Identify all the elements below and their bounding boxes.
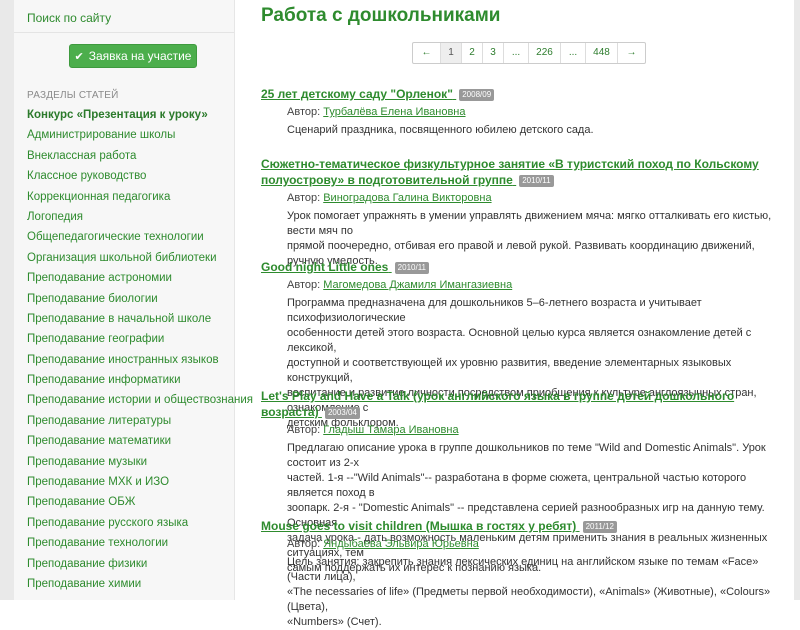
categories-list: Конкурс «Презентация к уроку» Администри… [27, 107, 253, 596]
article-description-line: Урок помогает упражнять в умении управля… [287, 210, 772, 237]
article-description-line: Сценарий праздника, посвященного юбилею … [287, 124, 594, 136]
pagination-next[interactable]: → [617, 43, 645, 63]
category-life-safety[interactable]: Преподавание ОБЖ [27, 494, 253, 514]
article-title[interactable]: Mouse goes to visit children (Мышка в го… [261, 519, 576, 533]
category-general-technologies[interactable]: Общепедагогические технологии [27, 229, 253, 249]
article-title[interactable]: 25 лет детскому саду "Орленок" [261, 87, 453, 101]
pagination-page-2[interactable]: 2 [461, 43, 482, 63]
article-item: 25 лет детскому саду "Орленок" 2008/09 А… [261, 86, 781, 138]
article-description-line: доступной и соответствующей их уровню ра… [287, 357, 732, 384]
article-author: Автор: Гладыш Тамара Ивановна [287, 423, 781, 438]
category-astronomy[interactable]: Преподавание астрономии [27, 270, 253, 290]
article-title[interactable]: Сюжетно-тематическое физкультурное занят… [261, 157, 759, 187]
sidebar: Поиск по сайту ✔ Заявка на участие РАЗДЕ… [14, 0, 253, 600]
pagination: ← 1 2 3 ... 226 ... 448 → [412, 42, 646, 64]
sidebar-divider [14, 32, 234, 33]
category-history-social[interactable]: Преподавание истории и обществознания [27, 392, 253, 412]
article-date-badge: 2010/11 [394, 262, 429, 274]
article-title[interactable]: Good night Little ones [261, 260, 388, 274]
check-icon: ✔ [74, 50, 84, 63]
author-label: Автор: [287, 424, 321, 436]
categories-section-title: РАЗДЕЛЫ СТАТЕЙ [27, 90, 119, 101]
article-title-link[interactable]: Mouse goes to visit children (Мышка в го… [261, 518, 781, 534]
category-art[interactable]: Преподавание МХК и ИЗО [27, 474, 253, 494]
window-right-edge [794, 0, 800, 600]
category-chemistry[interactable]: Преподавание химии [27, 576, 253, 596]
pagination-page-1: 1 [440, 43, 461, 63]
author-label: Автор: [287, 192, 321, 204]
category-foreign-languages[interactable]: Преподавание иностранных языков [27, 352, 253, 372]
author-link[interactable]: Турбалёва Елена Ивановна [323, 106, 465, 118]
article-description: Цель занятия: закрепить знания лексическ… [287, 555, 779, 630]
pagination-page-448[interactable]: 448 [585, 43, 617, 63]
article-description-line: Цель занятия: закрепить знания лексическ… [287, 556, 759, 583]
article-title-link[interactable]: 25 лет детскому саду "Орленок" 2008/09 [261, 86, 781, 102]
apply-button[interactable]: ✔ Заявка на участие [69, 44, 197, 68]
article-item: Mouse goes to visit children (Мышка в го… [261, 518, 781, 630]
pagination-ellipsis: ... [560, 43, 585, 63]
pagination-prev[interactable]: ← [413, 43, 440, 63]
category-extracurricular[interactable]: Внеклассная работа [27, 148, 253, 168]
category-technology[interactable]: Преподавание технологии [27, 535, 253, 555]
article-description-line: частей. 1-я --"Wild Animals"-- разработа… [287, 472, 747, 499]
pagination-page-3[interactable]: 3 [482, 43, 503, 63]
category-school-library[interactable]: Организация школьной библиотеки [27, 250, 253, 270]
article-author: Автор: Магомедова Джамиля Имангазиевна [287, 278, 781, 293]
article-title-link[interactable]: Let's Play and Have a Talk (урок английс… [261, 388, 781, 420]
article-description-line: Программа предназначена для дошкольников… [287, 297, 702, 324]
category-literature[interactable]: Преподавание литературы [27, 413, 253, 433]
page-title: Работа с дошкольниками [261, 5, 501, 26]
article-description-line: «The necessaries of life» (Предметы перв… [287, 586, 771, 613]
category-speech-therapy[interactable]: Логопедия [27, 209, 253, 229]
category-primary-school[interactable]: Преподавание в начальной школе [27, 311, 253, 331]
category-correctional-pedagogy[interactable]: Коррекционная педагогика [27, 189, 253, 209]
author-link[interactable]: Яндыбаева Эльвира Юрьевна [323, 538, 479, 550]
article-date-badge: 2008/09 [459, 89, 495, 101]
category-informatics[interactable]: Преподавание информатики [27, 372, 253, 392]
author-label: Автор: [287, 538, 321, 550]
category-geography[interactable]: Преподавание географии [27, 331, 253, 351]
category-presentation-contest[interactable]: Конкурс «Презентация к уроку» [27, 107, 253, 127]
author-link[interactable]: Виноградова Галина Викторовна [323, 192, 491, 204]
article-description-line: особенности детей этого возраста. Основн… [287, 327, 752, 354]
site-search-link[interactable]: Поиск по сайту [27, 11, 111, 25]
article-author: Автор: Виноградова Галина Викторовна [287, 191, 781, 206]
article-date-badge: 2011/12 [582, 521, 617, 533]
author-link[interactable]: Гладыш Тамара Ивановна [323, 424, 458, 436]
author-link[interactable]: Магомедова Джамиля Имангазиевна [323, 279, 512, 291]
article-title-link[interactable]: Good night Little ones 2010/11 [261, 259, 781, 275]
article-date-badge: 2010/11 [519, 175, 554, 187]
article-author: Автор: Турбалёва Елена Ивановна [287, 105, 781, 120]
category-mathematics[interactable]: Преподавание математики [27, 433, 253, 453]
category-music[interactable]: Преподавание музыки [27, 454, 253, 474]
article-description-line: «Numbers» (Счет). [287, 616, 382, 628]
apply-button-label: Заявка на участие [88, 49, 192, 63]
article-description-line: Предлагаю описание урока в группе дошкол… [287, 442, 766, 469]
window-left-edge [0, 0, 14, 600]
article-author: Автор: Яндыбаева Эльвира Юрьевна [287, 537, 781, 552]
article-item: Сюжетно-тематическое физкультурное занят… [261, 156, 781, 269]
author-label: Автор: [287, 106, 321, 118]
category-russian-language[interactable]: Преподавание русского языка [27, 515, 253, 535]
article-date-badge: 2003/04 [324, 407, 360, 419]
category-school-administration[interactable]: Администрирование школы [27, 127, 253, 147]
pagination-page-226[interactable]: 226 [528, 43, 560, 63]
author-label: Автор: [287, 279, 321, 291]
article-title-link[interactable]: Сюжетно-тематическое физкультурное занят… [261, 156, 781, 188]
category-class-management[interactable]: Классное руководство [27, 168, 253, 188]
pagination-ellipsis: ... [503, 43, 528, 63]
article-description: Сценарий праздника, посвященного юбилею … [287, 123, 779, 138]
category-biology[interactable]: Преподавание биологии [27, 291, 253, 311]
category-physics[interactable]: Преподавание физики [27, 556, 253, 576]
